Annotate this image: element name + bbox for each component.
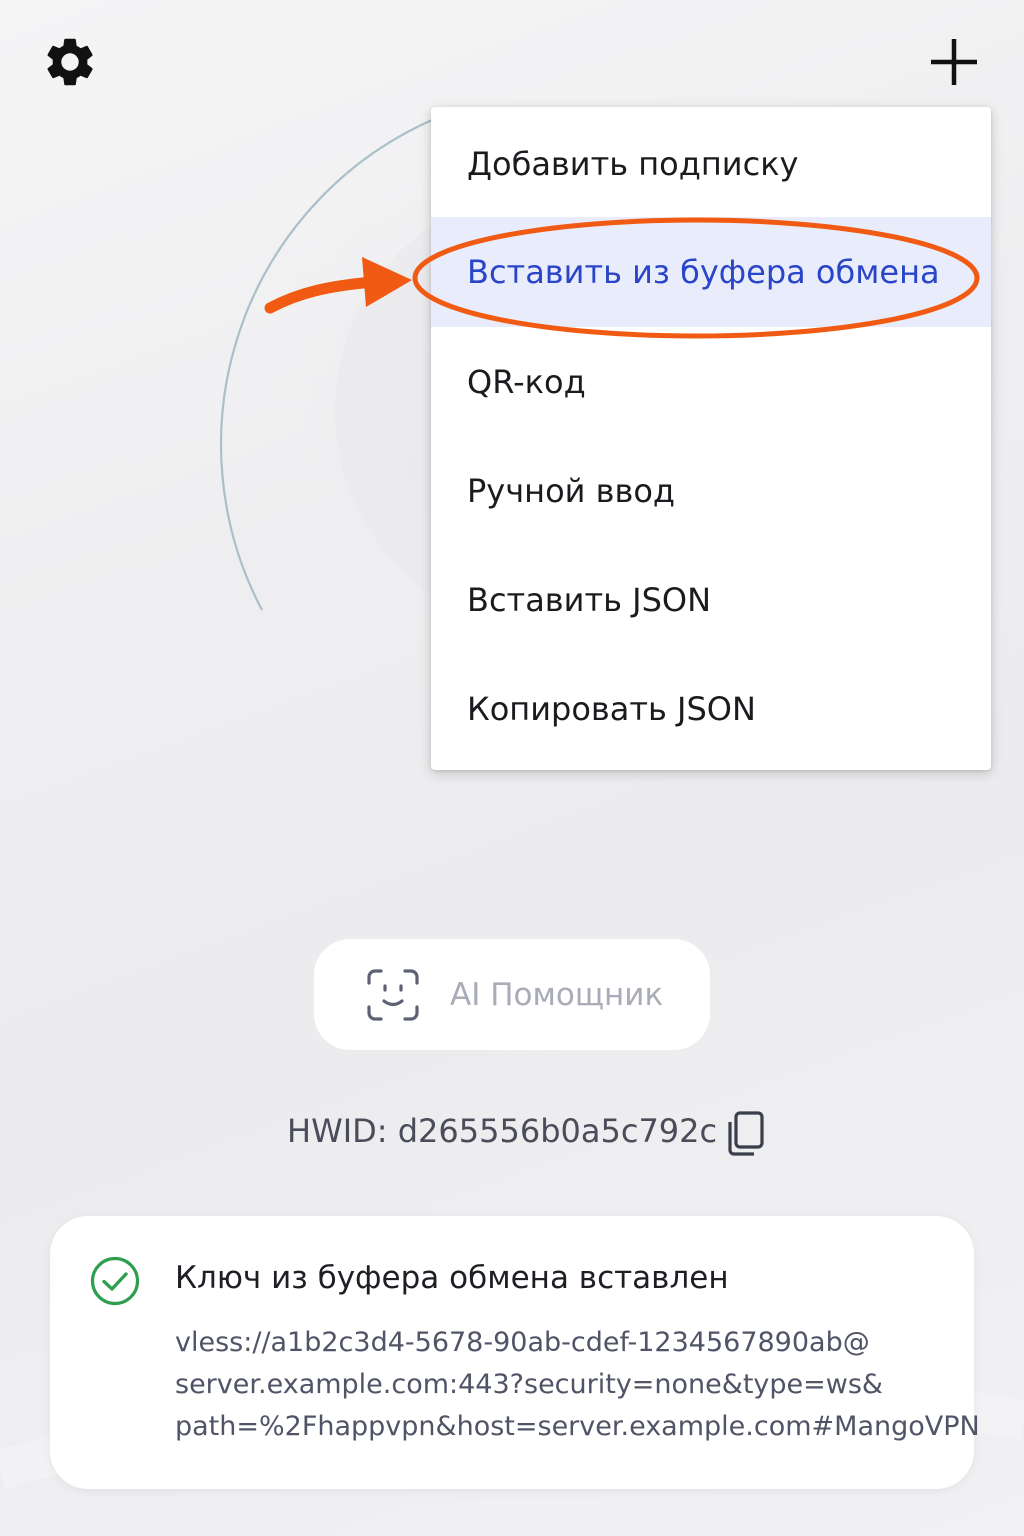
gear-icon (47, 38, 93, 86)
toast-key-text: vless://a1b2c3d4-5678-90ab-cdef-12345678… (175, 1322, 980, 1448)
menu-item-manual-entry[interactable]: Ручной ввод (431, 436, 991, 546)
add-menu: Добавить подписку Вставить из буфера обм… (431, 107, 991, 770)
settings-button[interactable] (32, 24, 108, 100)
menu-item-paste-clipboard[interactable]: Вставить из буфера обмена (431, 217, 991, 327)
menu-item-label: Вставить из буфера обмена (467, 253, 940, 291)
menu-item-label: Вставить JSON (467, 581, 711, 619)
menu-item-qr-code[interactable]: QR-код (431, 327, 991, 437)
ai-assistant-button[interactable]: AI Помощник (314, 939, 710, 1050)
add-button[interactable] (916, 24, 992, 100)
menu-item-label: Копировать JSON (467, 690, 756, 728)
plus-icon (931, 39, 977, 85)
menu-item-copy-json[interactable]: Копировать JSON (431, 654, 991, 764)
clipboard-toast: Ключ из буфера обмена вставлен vless://a… (50, 1216, 980, 1489)
toast-key-line: path=%2Fhappvpn&host=server.example.com#… (175, 1411, 980, 1442)
toast-key-line: server.example.com:443?security=none&typ… (175, 1369, 883, 1400)
face-scan-icon (367, 968, 419, 1021)
check-circle-icon (90, 1256, 140, 1306)
ai-assistant-label: AI Помощник (450, 976, 664, 1013)
menu-item-paste-json[interactable]: Вставить JSON (431, 545, 991, 655)
hwid-text: HWID: d265556b0a5c792c (287, 1112, 718, 1150)
copy-hwid-button[interactable] (722, 1108, 768, 1160)
toast-key-line: vless://a1b2c3d4-5678-90ab-cdef-12345678… (175, 1327, 870, 1358)
hwid-row: HWID: d265556b0a5c792c (0, 1102, 1024, 1166)
menu-item-add-subscription[interactable]: Добавить подписку (431, 109, 991, 219)
copy-icon (728, 1111, 764, 1156)
menu-item-label: QR-код (467, 363, 586, 401)
menu-item-label: Ручной ввод (467, 472, 676, 510)
toast-title: Ключ из буфера обмена вставлен (175, 1260, 729, 1296)
menu-item-label: Добавить подписку (467, 145, 799, 183)
